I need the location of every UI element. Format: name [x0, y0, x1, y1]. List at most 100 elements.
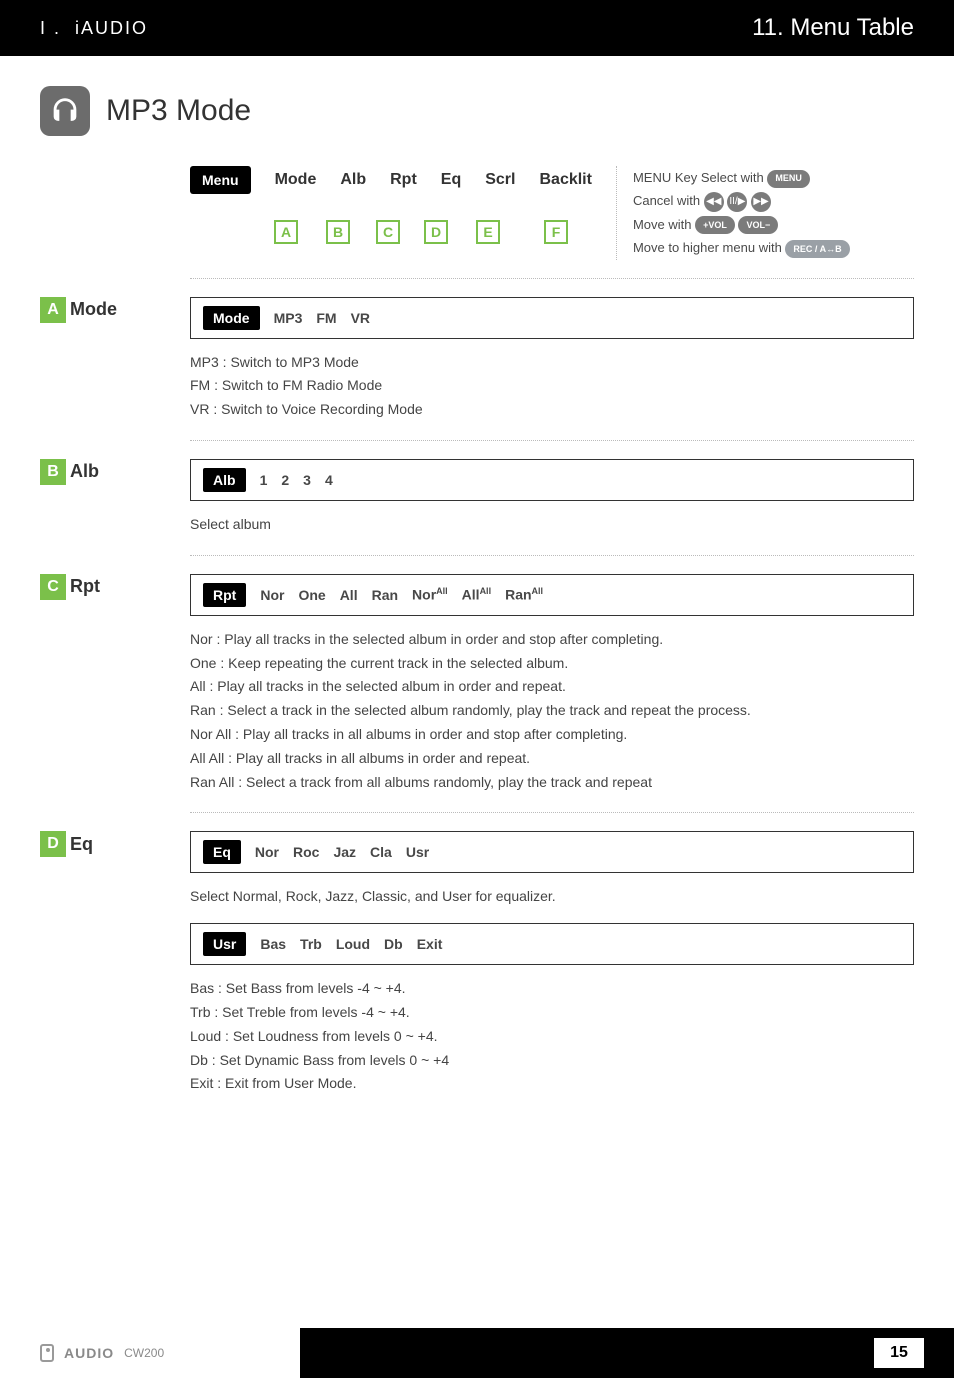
menu-badge: Menu [190, 166, 251, 194]
c-desc-1: One : Keep repeating the current track i… [190, 652, 914, 676]
section-c-title: Rpt [70, 576, 100, 597]
eq-menubox: Eq Nor Roc Jaz Cla Usr [190, 831, 914, 873]
letter-c: C [376, 220, 400, 244]
vol-down-pill: VOL− [738, 216, 778, 234]
rpt-ranall: RanAll [505, 586, 543, 603]
menu-item-scrl: Scrl [485, 171, 515, 189]
eq-mid-desc: Select Normal, Rock, Jazz, Classic, and … [190, 885, 914, 909]
footer-model: CW200 [124, 1346, 164, 1360]
section-c-desc: Nor : Play all tracks in the selected al… [190, 628, 914, 795]
page-heading-row: MP3 Mode [40, 86, 914, 136]
playpause-icon: II/▶ [727, 192, 747, 212]
eq-active: Eq [203, 840, 241, 864]
top-left: I . iAUDIO [0, 0, 300, 56]
c-desc-2: All : Play all tracks in the selected al… [190, 675, 914, 699]
d-desc-0: Bas : Set Bass from levels -4 ~ +4. [190, 977, 914, 1001]
usr-exit: Exit [417, 936, 443, 952]
mode-active: Mode [203, 306, 260, 330]
footer-left: AUDIO CW200 [0, 1328, 300, 1378]
usr-active: Usr [203, 932, 246, 956]
letter-f: F [544, 220, 568, 244]
section-b-letter: B [40, 459, 66, 485]
rpt-allall: AllAll [462, 586, 491, 603]
usr-loud: Loud [336, 936, 370, 952]
separator [190, 812, 914, 813]
alb-3: 3 [303, 472, 311, 488]
headphones-icon [40, 86, 90, 136]
alb-4: 4 [325, 472, 333, 488]
footer-right: 15 [300, 1328, 954, 1378]
a-desc-1: FM : Switch to FM Radio Mode [190, 374, 914, 398]
menu-item-backlit: Backlit [539, 171, 591, 189]
section-c-label: C Rpt [40, 574, 100, 600]
eq-cla: Cla [370, 844, 392, 860]
section-a-desc: MP3 : Switch to MP3 Mode FM : Switch to … [190, 351, 914, 422]
alb-active: Alb [203, 468, 246, 492]
a-desc-2: VR : Switch to Voice Recording Mode [190, 398, 914, 422]
section-a-letter: A [40, 297, 66, 323]
section-d-desc: Bas : Set Bass from levels -4 ~ +4. Trb … [190, 977, 914, 1096]
eq-jaz: Jaz [333, 844, 356, 860]
mode-menubox: Mode MP3 FM VR [190, 297, 914, 339]
menu-key-pill: MENU [767, 170, 810, 188]
letter-b: B [326, 220, 350, 244]
rpt-menubox: Rpt Nor One All Ran NorAll AllAll RanAll [190, 574, 914, 616]
alb-2: 2 [281, 472, 289, 488]
usr-bas: Bas [260, 936, 286, 952]
section-b-title: Alb [70, 461, 99, 482]
rpt-all: All [340, 587, 358, 603]
page-number: 15 [874, 1338, 924, 1368]
c-desc-5: All All : Play all tracks in all albums … [190, 747, 914, 771]
rpt-active: Rpt [203, 583, 246, 607]
section-d-title: Eq [70, 834, 93, 855]
section-d-label: D Eq [40, 831, 93, 857]
mode-opt-fm: FM [316, 310, 336, 326]
c-desc-0: Nor : Play all tracks in the selected al… [190, 628, 914, 652]
page-title: MP3 Mode [106, 94, 251, 128]
rpt-nor: Nor [260, 587, 284, 603]
top-right: 11. Menu Table [300, 0, 954, 56]
letter-a: A [274, 220, 298, 244]
eq-usr: Usr [406, 844, 429, 860]
c-desc-4: Nor All : Play all tracks in all albums … [190, 723, 914, 747]
help-l3: Move with [633, 217, 695, 232]
rpt-ran: Ran [372, 587, 398, 603]
separator [190, 440, 914, 441]
footer: AUDIO CW200 15 [0, 1328, 954, 1378]
letter-d: D [424, 220, 448, 244]
mode-opt-vr: VR [351, 310, 370, 326]
footer-logo-icon [40, 1344, 54, 1362]
help-panel: MENU Key Select with MENU Cancel with ◀◀… [616, 166, 850, 260]
c-desc-6: Ran All : Select a track from all albums… [190, 771, 914, 795]
menu-item-mode: Mode [275, 171, 317, 189]
help-l2: Cancel with [633, 193, 704, 208]
section-b-label: B Alb [40, 459, 99, 485]
usr-menubox: Usr Bas Trb Loud Db Exit [190, 923, 914, 965]
usr-trb: Trb [300, 936, 322, 952]
top-right-title: 11. Menu Table [752, 14, 914, 42]
vol-up-pill: +VOL [695, 216, 735, 234]
help-l1: MENU Key Select with [633, 170, 767, 185]
eq-roc: Roc [293, 844, 319, 860]
eq-nor: Nor [255, 844, 279, 860]
rpt-one: One [298, 587, 325, 603]
d-desc-2: Loud : Set Loudness from levels 0 ~ +4. [190, 1025, 914, 1049]
rewind-icon: ◀◀ [704, 192, 724, 212]
mode-opt-mp3: MP3 [274, 310, 303, 326]
section-a-title: Mode [70, 299, 117, 320]
footer-brand: AUDIO [64, 1345, 114, 1361]
alb-menubox: Alb 1 2 3 4 [190, 459, 914, 501]
d-desc-1: Trb : Set Treble from levels -4 ~ +4. [190, 1001, 914, 1025]
d-desc-3: Db : Set Dynamic Bass from levels 0 ~ +4 [190, 1049, 914, 1073]
c-desc-3: Ran : Select a track in the selected alb… [190, 699, 914, 723]
section-d-letter: D [40, 831, 66, 857]
top-left-prefix: I . [40, 18, 61, 39]
forward-icon: ▶▶ [751, 192, 771, 212]
separator [190, 278, 914, 279]
top-bar: I . iAUDIO 11. Menu Table [0, 0, 954, 56]
menu-item-rpt: Rpt [390, 171, 417, 189]
a-desc-0: MP3 : Switch to MP3 Mode [190, 351, 914, 375]
top-left-brand: iAUDIO [75, 18, 148, 39]
alb-1: 1 [260, 472, 268, 488]
menu-item-alb: Alb [340, 171, 366, 189]
